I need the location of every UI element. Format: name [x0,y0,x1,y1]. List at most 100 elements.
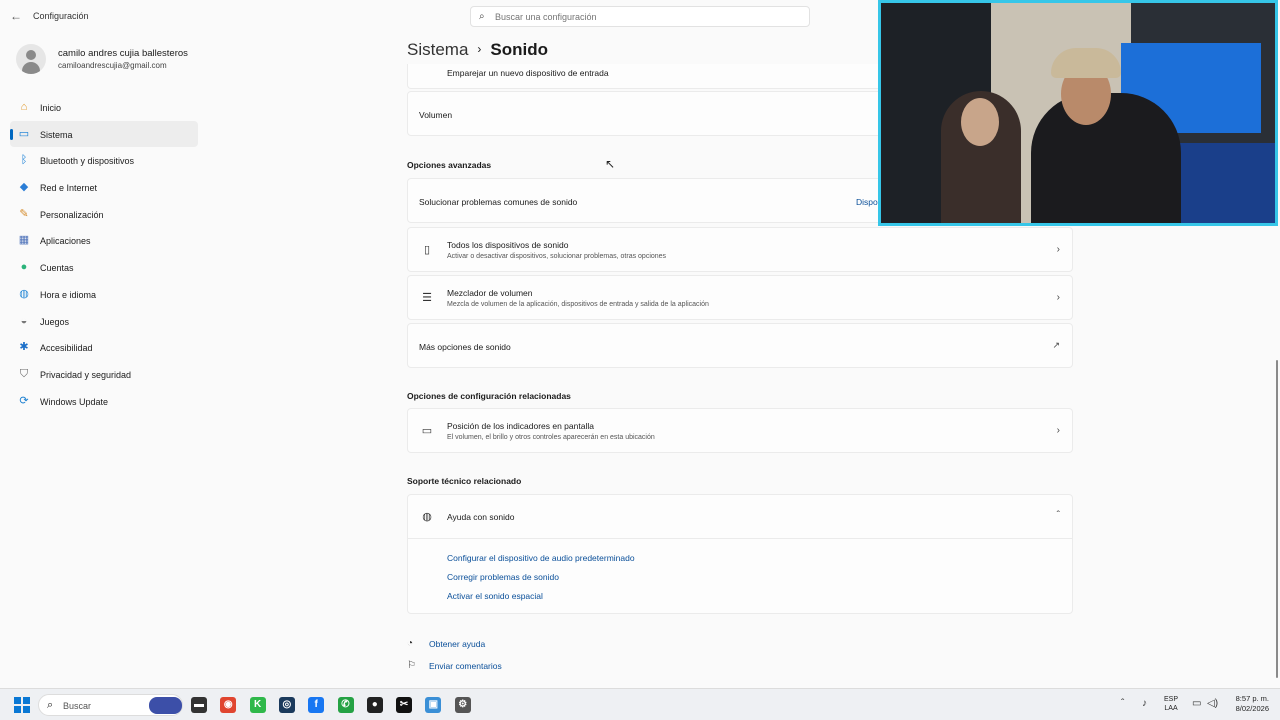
language-indicator[interactable]: ESP LAA [1164,695,1178,713]
breadcrumb-parent[interactable]: Sistema [407,40,468,59]
shield-icon: ⛉ [19,367,29,380]
settings-search[interactable]: ⌕ [470,6,810,27]
external-link-icon: ↗ [1052,340,1060,350]
record-app-icon[interactable]: ● [366,697,383,713]
wifi-icon: ◆ [19,181,29,194]
sidebar-item-cuentas[interactable]: ● Cuentas [10,254,198,281]
sidebar-item-bluetooth-y-dispositivos[interactable]: ᛒ Bluetooth y dispositivos [10,147,198,174]
advanced-options-heading: Opciones avanzadas [407,160,492,170]
volume-mixer-title: Mezclador de volumen [447,288,533,298]
sidebar-item-aplicaciones[interactable]: ▦ Aplicaciones [10,227,198,254]
app-title: Configuración [33,11,89,21]
scrollbar[interactable] [1276,360,1278,678]
sidebar-item-hora-e-idioma[interactable]: ◍ Hora e idioma [10,281,198,308]
chrome-icon[interactable]: ◉ [220,697,237,713]
sidebar-item-label: Privacidad y seguridad [40,369,132,380]
display-icon[interactable]: ▭ [1192,698,1201,709]
sidebar-item-sistema[interactable]: ▭ Sistema [10,120,198,148]
help-chat-icon: ◔ [407,638,414,649]
gamepad-icon: ◒ [20,314,28,327]
troubleshoot-action-link[interactable]: Dispo [856,197,878,207]
help-link-fix-sound[interactable]: Corregir problemas de sonido [447,572,559,582]
whatsapp-icon[interactable]: ✆ [337,697,354,713]
facebook-icon[interactable]: f [308,697,325,713]
apps-icon: ▦ [18,234,30,247]
sidebar-nav: ⌂ Inicio ▭ Sistema ᛒ Bluetooth y dispositivos… [10,94,198,414]
sidebar-item-personalizaci-n[interactable]: ✎ Personalización [10,201,198,228]
get-help-link[interactable]: Obtener ayuda [429,639,485,649]
keyboard-layout: LAA [1164,705,1178,712]
page-title: Sonido [490,40,549,59]
indicator-position-row[interactable]: ▭ Posición de los indicadores en pantall… [407,408,1073,453]
mixer-sliders-icon: ☰ [422,292,432,304]
sound-help-title: Ayuda con sonido [447,512,515,522]
avatar[interactable] [16,44,46,74]
kick-icon[interactable]: K [249,697,266,713]
chevron-right-icon: › [477,42,482,56]
capcut-icon[interactable]: ✂ [396,697,413,713]
clock-date: 8/02/2026 [1235,704,1269,713]
sidebar-item-label: Juegos [40,316,70,327]
feedback-icon: ⚐ [407,660,416,671]
back-arrow-icon[interactable]: ← [10,9,24,23]
sound-help-header[interactable]: ◍ Ayuda con sonido ˆ [408,495,1072,539]
help-link-spatial-sound[interactable]: Activar el sonido espacial [447,591,543,601]
breadcrumb: Sistema › Sonido [407,40,548,60]
chevron-right-icon: › [1056,425,1060,436]
clock[interactable]: 8:57 p. m. 8/02/2026 [1225,694,1269,714]
sidebar-item-red-e-internet[interactable]: ◆ Red e Internet [10,174,198,201]
send-feedback-link[interactable]: Enviar comentarios [429,661,502,671]
sidebar-item-juegos[interactable]: ◒ Juegos [10,308,198,335]
related-settings-heading: Opciones de configuración relacionadas [407,391,571,401]
system-icon: ▭ [18,127,30,140]
all-sound-devices-row[interactable]: ▯ Todos los dispositivos de sonido Activ… [407,227,1073,272]
sidebar-item-label: Inicio [40,103,62,113]
photos-icon[interactable]: ▣ [425,697,442,713]
search-icon: ⌕ [47,699,54,711]
indicator-position-subtitle: El volumen, el brillo y otros controles … [447,434,655,441]
more-sound-options-row[interactable]: Más opciones de sonido ↗ [407,323,1073,368]
user-name: camilo andres cujia ballesteros [58,48,188,59]
indicator-position-title: Posición de los indicadores en pantalla [447,421,594,431]
settings-icon[interactable]: ⚙ [454,697,471,713]
globe-icon: ◍ [422,511,432,523]
troubleshoot-label: Solucionar problemas comunes de sonido [419,197,578,207]
search-input[interactable] [495,10,795,24]
volume-mixer-row[interactable]: ☰ Mezclador de volumen Mezcla de volumen… [407,275,1073,320]
sidebar-item-privacidad-y-seguridad[interactable]: ⛉ Privacidad y seguridad [10,361,198,388]
sidebar-item-windows-update[interactable]: ⟳ Windows Update [10,388,198,415]
clock-time: 8:57 p. m. [1235,694,1269,703]
search-highlight-image [149,697,182,714]
sidebar-item-label: Bluetooth y dispositivos [40,156,135,167]
chevron-right-icon: › [1056,244,1060,255]
mouse-cursor-icon: ↖ [605,157,616,171]
sidebar-item-inicio[interactable]: ⌂ Inicio [10,94,198,121]
related-support-heading: Soporte técnico relacionado [407,476,522,486]
globe-clock-icon: ◍ [19,287,29,300]
steam-icon[interactable]: ◎ [278,697,295,713]
volume-label: Volumen [419,110,453,120]
file-explorer-icon[interactable]: ▬ [191,697,207,713]
sidebar-item-label: Personalización [40,209,104,220]
all-sound-devices-subtitle: Activar o desactivar dispositivos, soluc… [447,253,667,260]
volume-icon[interactable]: ◁) [1207,698,1218,709]
sidebar-item-label: Windows Update [40,396,109,407]
taskbar-search-label: Buscar [63,701,92,711]
screen-indicator-icon: ▭ [421,425,433,437]
pair-input-device-label: Emparejar un nuevo dispositivo de entrad… [447,68,609,78]
taskbar-search[interactable]: ⌕ Buscar [38,694,183,716]
chevron-up-icon[interactable]: ˆ [1057,510,1060,521]
sidebar-item-label: Red e Internet [40,183,98,194]
accessibility-icon: ✱ [19,341,29,354]
speaker-device-icon: ▯ [423,244,431,256]
sidebar-item-accesibilidad[interactable]: ✱ Accesibilidad [10,334,198,361]
user-email: camiloandrescujia@gmail.com [58,61,167,70]
help-link-default-audio[interactable]: Configurar el dispositivo de audio prede… [447,553,635,563]
microphone-icon[interactable]: ♪ [1142,698,1147,709]
sidebar-item-label: Accesibilidad [40,343,93,354]
all-sound-devices-title: Todos los dispositivos de sonido [447,240,569,250]
chevron-up-icon[interactable]: ˆ [1121,698,1124,709]
sidebar-item-label: Sistema [40,129,73,140]
sidebar-item-label: Cuentas [40,263,74,274]
windows-start-icon[interactable] [14,697,30,713]
